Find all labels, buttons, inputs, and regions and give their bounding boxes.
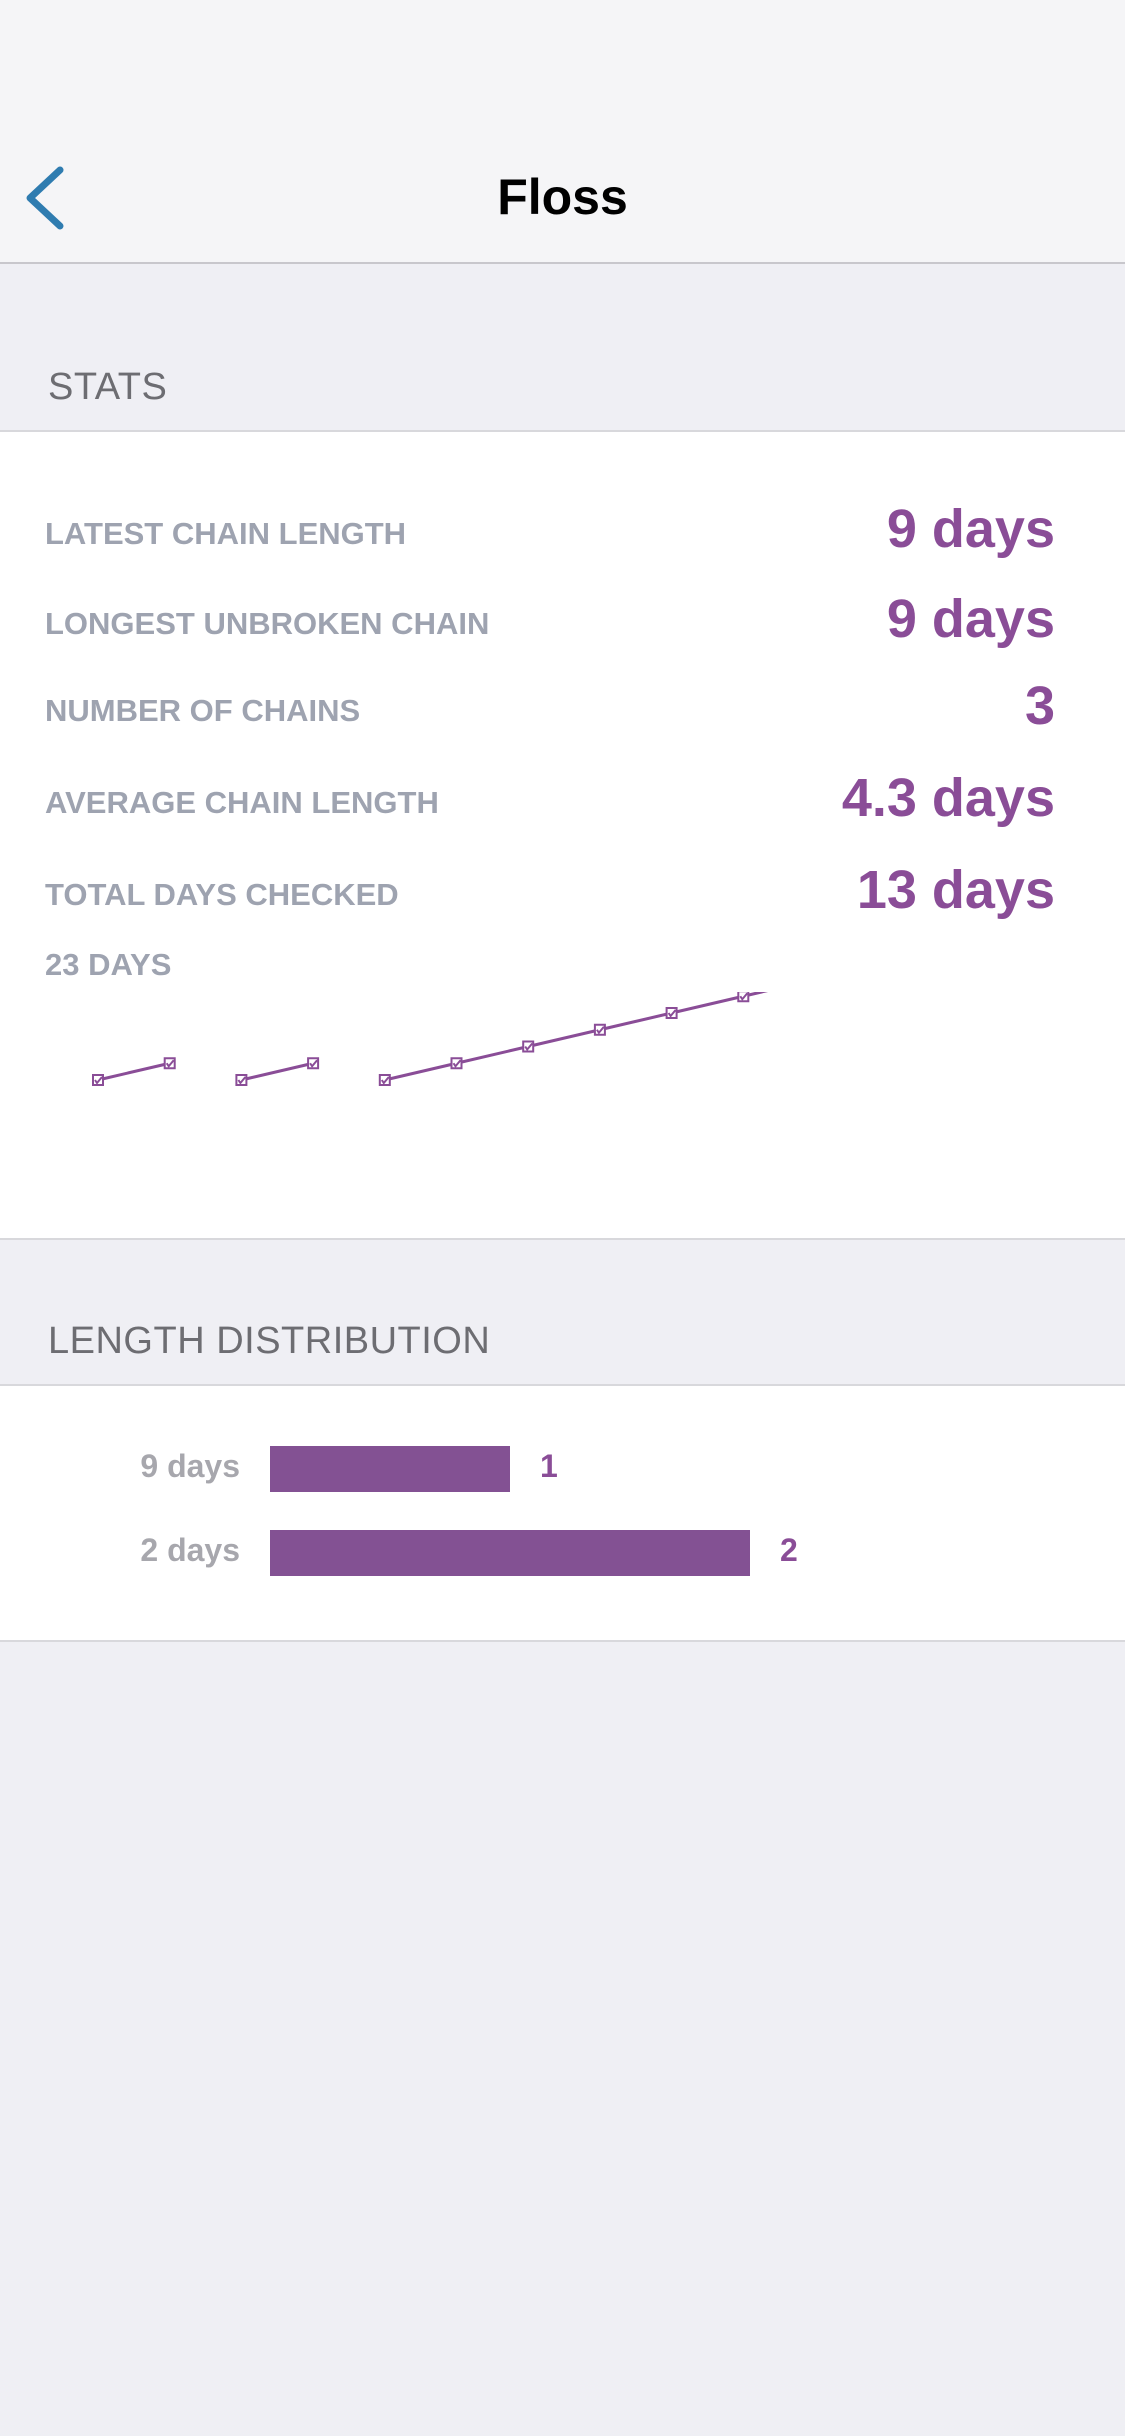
chain-line xyxy=(97,1061,171,1082)
stat-label: LATEST CHAIN LENGTH xyxy=(45,516,407,551)
page: Floss STATS LATEST CHAIN LENGTH 9 days L… xyxy=(0,0,1125,2436)
distribution-label: 2 days xyxy=(140,1532,240,1568)
stat-label: AVERAGE CHAIN LENGTH xyxy=(45,785,439,820)
distribution-count: 1 xyxy=(540,1448,558,1484)
page-title: Floss xyxy=(497,169,628,225)
stat-row: LATEST CHAIN LENGTH 9 days xyxy=(0,492,1125,562)
distribution-section-header: LENGTH DISTRIBUTION xyxy=(48,1320,491,1362)
distribution-bar xyxy=(270,1446,510,1492)
distribution-bar xyxy=(270,1530,750,1576)
stat-row: TOTAL DAYS CHECKED 13 days xyxy=(0,853,1125,923)
stat-value: 9 days xyxy=(886,499,1055,559)
chain-point xyxy=(92,1074,104,1086)
chain-point xyxy=(378,1074,391,1086)
stat-row: AVERAGE CHAIN LENGTH 4.3 days xyxy=(0,761,1125,831)
stat-value: 3 xyxy=(1024,676,1055,736)
stat-label: TOTAL DAYS CHECKED xyxy=(45,877,399,912)
stats-section-header: STATS xyxy=(48,366,168,408)
chain-line xyxy=(241,1061,314,1082)
navigation-bar: Floss xyxy=(0,0,1125,264)
distribution-count: 2 xyxy=(780,1532,798,1568)
chain-point xyxy=(163,1057,176,1070)
stat-value: 13 days xyxy=(856,860,1055,920)
chain-point xyxy=(450,1057,463,1070)
stats-card: LATEST CHAIN LENGTH 9 days LONGEST UNBRO… xyxy=(0,430,1125,1240)
chain-point xyxy=(235,1074,248,1086)
stat-label: NUMBER OF CHAINS xyxy=(45,693,361,728)
distribution-card: 9 days 1 2 days 2 xyxy=(0,1384,1125,1642)
chain-point xyxy=(665,1007,678,1019)
stat-row: NUMBER OF CHAINS 3 xyxy=(0,669,1125,739)
chain-line xyxy=(384,992,769,1082)
chain-point xyxy=(593,1023,606,1036)
chain-point xyxy=(307,1057,320,1070)
stat-value: 9 days xyxy=(886,589,1055,649)
chain-chart-title: 23 DAYS xyxy=(45,947,172,982)
chain-point xyxy=(737,992,750,1003)
chain-chart: 9 xyxy=(92,992,769,1086)
stat-label: LONGEST UNBROKEN CHAIN xyxy=(45,606,490,641)
chain-point xyxy=(522,1040,535,1053)
distribution-label: 9 days xyxy=(140,1448,240,1484)
stat-value: 4.3 days xyxy=(841,768,1055,828)
stat-row: LONGEST UNBROKEN CHAIN 9 days xyxy=(0,582,1125,652)
